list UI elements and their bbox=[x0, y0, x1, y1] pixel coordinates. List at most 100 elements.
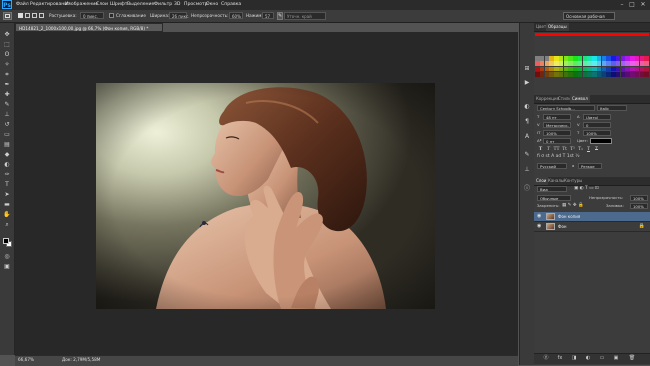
history-panel-icon[interactable]: ⊞ bbox=[523, 65, 531, 73]
document-size-info[interactable]: Док: 2,79М/5,58М bbox=[62, 356, 100, 364]
opentype-buttons[interactable]: ﬁ σ st A ad T 1st ½ bbox=[537, 154, 597, 160]
clone-source-icon[interactable]: ⊥ bbox=[523, 166, 531, 174]
tool-preset-icon[interactable] bbox=[3, 12, 12, 20]
document-tab[interactable]: HD14821_2_1000x100,00.jpg @ 66,7% (Фон к… bbox=[15, 23, 163, 32]
color-swatch[interactable] bbox=[644, 66, 649, 72]
menu-help[interactable]: Справка bbox=[221, 0, 241, 10]
text-color-swatch[interactable] bbox=[590, 138, 612, 144]
pen-pressure-icon[interactable]: ✎ bbox=[277, 12, 283, 20]
zoom-tool-icon[interactable]: ⌕ bbox=[3, 221, 11, 228]
color-swatch[interactable] bbox=[644, 56, 649, 61]
vertical-scale-input[interactable]: 100% bbox=[543, 130, 571, 136]
fx-icon[interactable]: fx bbox=[556, 354, 564, 362]
menu-view[interactable]: Просмотр bbox=[184, 0, 208, 10]
menu-type[interactable]: Шрифт bbox=[110, 0, 127, 10]
contrast-input[interactable]: 57 bbox=[262, 12, 274, 19]
lasso-tool-icon[interactable]: ʘ bbox=[3, 51, 11, 58]
layer-filter-select[interactable]: Вид bbox=[537, 186, 567, 192]
tab-character[interactable]: Символ bbox=[570, 95, 590, 103]
menu-3d[interactable]: 3D bbox=[174, 0, 180, 10]
character-panel-icon[interactable]: A bbox=[523, 133, 531, 141]
brush-panel-icon[interactable]: ✎ bbox=[523, 151, 531, 159]
shape-tool-icon[interactable]: ▬ bbox=[3, 201, 11, 208]
subtract-selection-icon[interactable] bbox=[32, 13, 37, 18]
foreground-color-swatch[interactable] bbox=[3, 238, 9, 244]
width-input[interactable]: 26 пикс. bbox=[169, 12, 189, 19]
feather-input[interactable]: 0 пикс. bbox=[80, 12, 104, 19]
layer-row[interactable]: ◉ Фон 🔒 bbox=[534, 222, 650, 232]
layer-name[interactable]: Фон bbox=[558, 222, 567, 231]
link-layers-icon[interactable]: ⓖ bbox=[542, 354, 550, 362]
minimize-icon[interactable]: – bbox=[618, 1, 626, 8]
quick-select-tool-icon[interactable]: ✧ bbox=[3, 61, 11, 68]
tab-swatches[interactable]: Образцы bbox=[546, 23, 569, 31]
intersect-selection-icon[interactable] bbox=[39, 13, 44, 18]
zoom-level[interactable]: 66,67% bbox=[18, 356, 34, 364]
trash-icon[interactable]: 🗑 bbox=[628, 354, 636, 362]
visibility-eye-icon[interactable]: ◉ bbox=[537, 213, 541, 220]
menu-image[interactable]: Изображение bbox=[65, 0, 98, 10]
baseline-shift-input[interactable]: 0 пт bbox=[543, 138, 571, 144]
faux-bold-button[interactable]: T bbox=[537, 147, 544, 153]
healing-brush-tool-icon[interactable]: ✚ bbox=[3, 91, 11, 98]
font-style-select[interactable]: Italic bbox=[597, 105, 627, 111]
eyedropper-tool-icon[interactable]: ✒ bbox=[3, 81, 11, 88]
swatches-grid[interactable] bbox=[535, 56, 649, 78]
brush-tool-icon[interactable]: ✎ bbox=[3, 101, 11, 108]
all-caps-button[interactable]: TT bbox=[553, 147, 560, 153]
menu-window[interactable]: Окно bbox=[206, 0, 218, 10]
workspace-select[interactable]: Основная рабочая среда bbox=[563, 12, 615, 27]
tab-paths[interactable]: Контуры bbox=[562, 177, 584, 185]
layer-filter-icons[interactable]: ▣ ◐ T ▭ ⊡ bbox=[574, 186, 614, 192]
pen-tool-icon[interactable]: ✑ bbox=[3, 171, 11, 178]
adjustment-layer-icon[interactable]: ◐ bbox=[584, 354, 592, 362]
layer-mask-icon[interactable]: ◨ bbox=[570, 354, 578, 362]
hand-tool-icon[interactable]: ✋ bbox=[3, 211, 11, 218]
leading-input[interactable]: (Авто) bbox=[583, 114, 611, 120]
new-group-icon[interactable]: ▭ bbox=[598, 354, 606, 362]
layer-name[interactable]: Фон копия bbox=[558, 212, 580, 221]
strikethrough-button[interactable]: T bbox=[593, 147, 600, 153]
gradient-tool-icon[interactable]: ▤ bbox=[3, 141, 11, 148]
new-selection-icon[interactable] bbox=[18, 13, 23, 18]
history-brush-tool-icon[interactable]: ↺ bbox=[3, 121, 11, 128]
color-swatch[interactable] bbox=[644, 61, 649, 66]
new-layer-icon[interactable]: ▣ bbox=[612, 354, 620, 362]
actions-panel-icon[interactable]: ▶ bbox=[523, 79, 531, 87]
clone-stamp-tool-icon[interactable]: ⊥ bbox=[3, 111, 11, 118]
tracking-input[interactable]: 0 bbox=[583, 122, 611, 128]
paragraph-panel-icon[interactable]: ¶ bbox=[523, 118, 531, 126]
language-select[interactable]: Русский bbox=[537, 163, 567, 169]
layer-opacity-input[interactable]: 100% bbox=[630, 195, 648, 201]
small-caps-button[interactable]: Tt bbox=[561, 147, 568, 153]
superscript-button[interactable]: T¹ bbox=[569, 147, 576, 153]
screen-mode-icon[interactable]: ▣ bbox=[3, 263, 11, 270]
crop-tool-icon[interactable]: ⌗ bbox=[3, 71, 11, 78]
opacity-input[interactable]: 60% bbox=[229, 12, 243, 19]
kerning-select[interactable]: Метрическ. bbox=[543, 122, 571, 128]
path-select-tool-icon[interactable]: ➤ bbox=[3, 191, 11, 198]
menu-file[interactable]: Файл bbox=[16, 0, 29, 10]
type-tool-icon[interactable]: T bbox=[3, 181, 11, 188]
horizontal-scale-input[interactable]: 100% bbox=[583, 130, 611, 136]
underline-button[interactable]: T bbox=[585, 147, 592, 153]
menu-select[interactable]: Выделение bbox=[127, 0, 154, 10]
menu-filter[interactable]: Фильтр bbox=[154, 0, 172, 10]
move-tool-icon[interactable]: ✥ bbox=[3, 31, 11, 38]
quick-mask-icon[interactable]: ◎ bbox=[3, 253, 11, 260]
antialias-checkbox[interactable] bbox=[109, 13, 114, 18]
adjustments-panel-icon[interactable]: ◐ bbox=[523, 103, 531, 111]
fill-input[interactable]: 100% bbox=[630, 203, 648, 209]
font-size-input[interactable]: 48 пт bbox=[543, 114, 571, 120]
maximize-icon[interactable]: □ bbox=[628, 1, 636, 8]
menu-layers[interactable]: Слои bbox=[96, 0, 108, 10]
antialias-select[interactable]: Резкое bbox=[578, 163, 602, 169]
visibility-eye-icon[interactable]: ◉ bbox=[537, 223, 541, 230]
marquee-tool-icon[interactable]: ⬚ bbox=[3, 41, 11, 48]
eraser-tool-icon[interactable]: ▭ bbox=[3, 131, 11, 138]
color-swatch[interactable] bbox=[644, 72, 649, 77]
dodge-tool-icon[interactable]: ◐ bbox=[3, 161, 11, 168]
blend-mode-select[interactable]: Обычные bbox=[537, 195, 571, 201]
faux-italic-button[interactable]: T bbox=[545, 147, 552, 153]
lock-icons[interactable]: ▦ ✎ ✥ 🔒 bbox=[562, 203, 586, 209]
